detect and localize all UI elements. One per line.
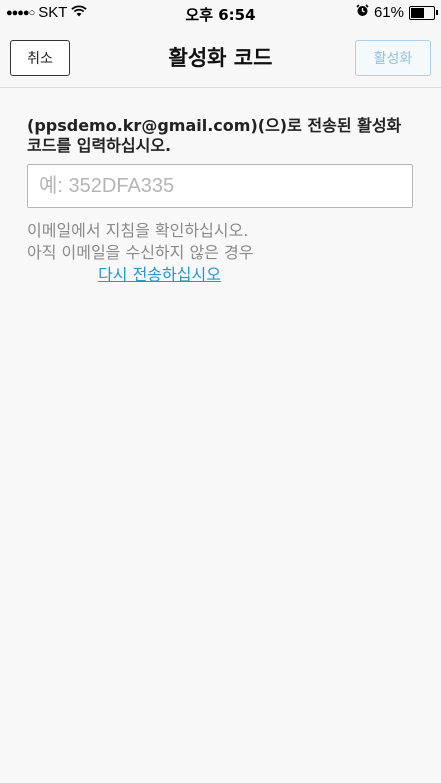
battery-fill <box>411 7 425 18</box>
status-bar-right: 61% <box>356 4 438 21</box>
status-bar: ●●●●○ SKT 오후 6:54 61% <box>0 0 441 26</box>
activation-code-input[interactable] <box>27 164 413 208</box>
cancel-button[interactable]: 취소 <box>10 40 70 76</box>
hint-line-2: 아직 이메일을 수신하지 않은 경우 <box>27 243 254 262</box>
battery-tip <box>436 9 438 15</box>
hint-line-1: 이메일에서 지침을 확인하십시오. <box>27 221 249 240</box>
alarm-clock-icon <box>356 4 369 21</box>
email-hint: 이메일에서 지침을 확인하십시오. 아직 이메일을 수신하지 않은 경우 <box>27 220 417 264</box>
resend-link[interactable]: 다시 전송하십시오 <box>98 265 221 284</box>
battery-icon <box>409 5 438 20</box>
navigation-bar: 취소 활성화 코드 활성화 <box>0 26 441 88</box>
activate-button[interactable]: 활성화 <box>355 40 431 76</box>
instruction-text: (ppsdemo.kr@gmail.com)(으)로 전송된 활성화 코드를 입… <box>27 116 402 155</box>
activation-form: (ppsdemo.kr@gmail.com)(으)로 전송된 활성화 코드를 입… <box>27 116 417 286</box>
resend-link-wrapper: 다시 전송하십시오 <box>27 264 292 286</box>
battery-percent: 61% <box>373 4 404 21</box>
